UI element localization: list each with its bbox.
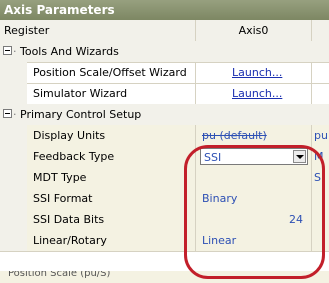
tree-dot-icon: · bbox=[13, 108, 17, 121]
row-display-units: Display Units pu (default) pu bbox=[0, 125, 329, 147]
category-label: Tools And Wizards bbox=[20, 45, 119, 58]
row-label: Feedback Type bbox=[27, 146, 196, 167]
category-tools-and-wizards[interactable]: · Tools And Wizards bbox=[0, 41, 329, 63]
tree-dot-icon: · bbox=[13, 45, 17, 58]
window-title: Axis Parameters bbox=[0, 0, 329, 20]
row-mdt-type: MDT Type S bbox=[0, 167, 329, 189]
row-ssi-data-bits: SSI Data Bits 24 bbox=[0, 209, 329, 231]
row-label: Display Units bbox=[27, 125, 196, 146]
ssi-data-bits-value[interactable]: 24 bbox=[196, 209, 312, 230]
row-simulator-wizard: Simulator Wizard Launch... bbox=[0, 83, 329, 105]
row-linear-rotary: Linear/Rotary Linear bbox=[0, 230, 329, 252]
collapse-icon[interactable] bbox=[3, 46, 12, 55]
position-scale-launch-link[interactable]: Launch... bbox=[196, 62, 312, 83]
row-ssi-format: SSI Format Binary bbox=[0, 188, 329, 210]
category-primary-control-setup[interactable]: · Primary Control Setup bbox=[0, 104, 329, 126]
row-label: MDT Type bbox=[27, 167, 196, 188]
row-label: Simulator Wizard bbox=[27, 83, 196, 104]
row-label: Position Scale/Offset Wizard bbox=[27, 62, 196, 83]
display-units-value[interactable]: pu (default) bbox=[196, 125, 312, 146]
feedback-type-extra: M bbox=[312, 146, 329, 167]
display-units-extra: pu bbox=[312, 125, 329, 146]
dropdown-value: SSI bbox=[204, 151, 222, 164]
row-label: SSI Data Bits bbox=[27, 209, 196, 230]
column-header-register[interactable]: Register bbox=[0, 20, 196, 41]
partial-row-position-scale: Position Scale (pu/S) bbox=[0, 271, 329, 283]
row-feedback-type: Feedback Type SSI M bbox=[0, 146, 329, 168]
column-header-extra bbox=[312, 20, 329, 41]
collapse-icon[interactable] bbox=[3, 109, 12, 118]
category-label: Primary Control Setup bbox=[20, 108, 142, 121]
row-position-scale-wizard: Position Scale/Offset Wizard Launch... bbox=[0, 62, 329, 84]
row-label: Linear/Rotary bbox=[27, 230, 196, 251]
simulator-launch-link[interactable]: Launch... bbox=[196, 83, 312, 104]
column-header-axis0[interactable]: Axis0 bbox=[196, 20, 312, 41]
linear-rotary-value[interactable]: Linear bbox=[196, 230, 312, 251]
row-label: SSI Format bbox=[27, 188, 196, 209]
chevron-down-icon[interactable] bbox=[293, 150, 306, 163]
ssi-format-value[interactable]: Binary bbox=[196, 188, 312, 209]
feedback-type-dropdown[interactable]: SSI bbox=[200, 148, 308, 165]
grid-header: Register Axis0 bbox=[0, 20, 329, 42]
mdt-type-value[interactable] bbox=[196, 167, 312, 188]
row-label: Position Scale (pu/S) bbox=[8, 271, 111, 279]
mdt-type-extra: S bbox=[312, 167, 329, 188]
